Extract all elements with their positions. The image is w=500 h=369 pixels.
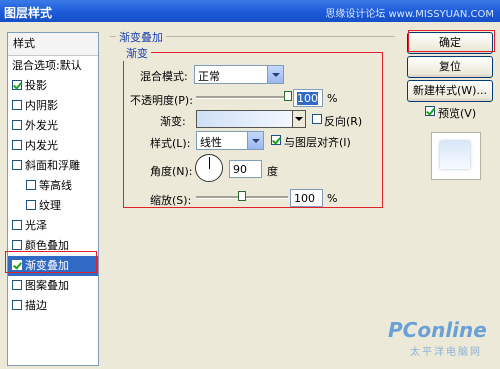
style-select[interactable]: 线性: [196, 131, 264, 150]
style-item-drop-shadow[interactable]: 投影: [8, 76, 98, 96]
style-item-gradient-overlay[interactable]: 渐变叠加: [8, 256, 98, 276]
checkbox[interactable]: [12, 140, 22, 150]
angle-input[interactable]: 90: [229, 160, 262, 178]
reverse-checkbox[interactable]: [312, 114, 322, 124]
reset-button[interactable]: 复位: [407, 56, 493, 78]
checkbox[interactable]: [12, 120, 22, 130]
gradient-swatch[interactable]: [196, 110, 306, 128]
style-label: 样式(L):: [150, 137, 191, 150]
style-list-header[interactable]: 样式: [8, 33, 98, 56]
align-with-layer-checkbox[interactable]: [271, 135, 281, 145]
dialog-title: 图层样式: [4, 6, 53, 20]
pconline-logo: PConline: [388, 318, 487, 342]
chevron-down-icon[interactable]: [267, 66, 283, 83]
opacity-slider-track[interactable]: [196, 96, 288, 99]
checkbox[interactable]: [12, 260, 22, 270]
preview-checkbox[interactable]: [425, 106, 435, 116]
angle-label: 角度(N):: [150, 165, 193, 178]
pconline-subtitle: 太平洋电脑网: [410, 347, 482, 358]
angle-dial-hand: [209, 157, 210, 169]
checkbox[interactable]: [12, 100, 22, 110]
chevron-down-icon[interactable]: [292, 111, 305, 127]
top-watermark: 思缘设计论坛 www.MISSYUAN.COM: [325, 9, 494, 20]
group-title: 渐变叠加: [116, 29, 166, 45]
style-item-outer-glow[interactable]: 外发光: [8, 116, 98, 136]
reverse-label: 反向(R): [324, 115, 363, 128]
style-item-inner-shadow[interactable]: 内阴影: [8, 96, 98, 116]
style-preview-thumbnail: [431, 132, 481, 180]
preview-label: 预览(V): [438, 107, 477, 120]
style-item-inner-glow[interactable]: 内发光: [8, 136, 98, 156]
blend-mode-select[interactable]: 正常: [194, 65, 284, 84]
sub-group-title: 渐变: [123, 45, 151, 61]
angle-degree-unit: 度: [267, 165, 278, 178]
opacity-label: 不透明度(P):: [130, 94, 193, 107]
chevron-down-icon[interactable]: [247, 132, 263, 149]
checkbox[interactable]: [12, 220, 22, 230]
checkbox[interactable]: [12, 300, 22, 310]
scale-label: 缩放(S):: [150, 194, 192, 207]
style-item-color-overlay[interactable]: 颜色叠加: [8, 236, 98, 256]
checkbox[interactable]: [12, 240, 22, 250]
angle-dial[interactable]: [195, 154, 223, 182]
style-item-satin[interactable]: 光泽: [8, 216, 98, 236]
checkbox[interactable]: [12, 280, 22, 290]
checkbox[interactable]: [12, 80, 22, 90]
opacity-slider-thumb[interactable]: [284, 91, 292, 101]
new-style-button[interactable]: 新建样式(W)...: [407, 80, 493, 102]
preview-swatch: [440, 141, 470, 169]
style-item-pattern-overlay[interactable]: 图案叠加: [8, 276, 98, 296]
scale-slider-thumb[interactable]: [238, 191, 246, 201]
style-list: 样式 混合选项:默认 投影 内阴影 外发光 内发光 斜面和浮雕 等高线 纹理 光…: [7, 32, 99, 366]
style-item-bevel-emboss[interactable]: 斜面和浮雕: [8, 156, 98, 176]
scale-input[interactable]: 100: [290, 189, 323, 207]
ok-button[interactable]: 确定: [407, 32, 493, 54]
style-item-stroke[interactable]: 描边: [8, 296, 98, 316]
gradient-label: 渐变:: [160, 115, 186, 128]
dialog-title-bar: 图层样式 思缘设计论坛 www.MISSYUAN.COM: [0, 0, 500, 22]
checkbox[interactable]: [12, 160, 22, 170]
style-item-texture[interactable]: 纹理: [8, 196, 98, 216]
opacity-input[interactable]: 100: [293, 89, 323, 107]
blend-options-item[interactable]: 混合选项:默认: [8, 56, 98, 76]
blend-mode-label: 混合模式:: [140, 70, 188, 83]
style-item-contour[interactable]: 等高线: [8, 176, 98, 196]
checkbox[interactable]: [26, 200, 36, 210]
checkbox[interactable]: [26, 180, 36, 190]
align-with-layer-label: 与图层对齐(I): [284, 136, 351, 149]
opacity-percent: %: [327, 92, 338, 105]
scale-percent: %: [327, 192, 338, 205]
